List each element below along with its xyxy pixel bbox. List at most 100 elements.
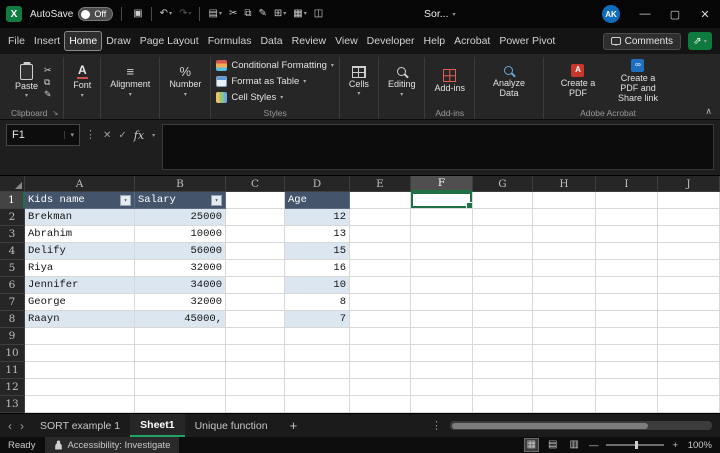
alignment-button[interactable]: ≡ Alignment ▾ (106, 64, 154, 99)
cell-J8[interactable] (658, 311, 720, 328)
cell-J11[interactable] (658, 362, 720, 379)
cell-D3[interactable]: 13 (285, 226, 350, 243)
autosave-switch[interactable]: Off (78, 7, 113, 21)
cell-A8[interactable]: Raayn (25, 311, 135, 328)
cell-I4[interactable] (596, 243, 658, 260)
name-box[interactable]: F1 ▾ (6, 124, 80, 146)
cell-A12[interactable] (25, 379, 135, 396)
cell-I12[interactable] (596, 379, 658, 396)
cell-I5[interactable] (596, 260, 658, 277)
column-header-A[interactable]: A (25, 176, 135, 192)
filter-button-A1[interactable]: ▾ (120, 195, 131, 206)
cell-B6[interactable]: 34000 (135, 277, 226, 294)
camera-icon[interactable]: ◫ (311, 7, 326, 21)
cell-B10[interactable] (135, 345, 226, 362)
formula-bar-divider[interactable]: ⋮ (85, 124, 96, 146)
formula-input[interactable] (162, 124, 714, 170)
share-button[interactable]: ⇗▾ (688, 32, 712, 50)
dialog-launcher-icon[interactable]: ↘ (52, 109, 58, 117)
cell-D6[interactable]: 10 (285, 277, 350, 294)
cell-A4[interactable]: Delify (25, 243, 135, 260)
cell-D5[interactable]: 16 (285, 260, 350, 277)
cell-J1[interactable] (658, 192, 720, 209)
next-sheet-icon[interactable]: › (18, 420, 26, 432)
ribbon-tab-file[interactable]: File (4, 32, 29, 50)
row-header-5[interactable]: 5 (0, 260, 25, 277)
cell-I13[interactable] (596, 396, 658, 413)
cell-B7[interactable]: 32000 (135, 294, 226, 311)
cell-G5[interactable] (473, 260, 533, 277)
cell-C1[interactable] (226, 192, 285, 209)
cell-D1[interactable]: Age (285, 192, 350, 209)
document-title-dropdown[interactable]: Sor... ▾ (424, 0, 456, 28)
cell-E12[interactable] (350, 379, 411, 396)
cell-J13[interactable] (658, 396, 720, 413)
column-header-C[interactable]: C (226, 176, 285, 192)
cell-E5[interactable] (350, 260, 411, 277)
ribbon-tab-power-pivot[interactable]: Power Pivot (495, 32, 559, 50)
cell-D10[interactable] (285, 345, 350, 362)
normal-view-button[interactable]: ▦ (525, 439, 538, 451)
cell-A13[interactable] (25, 396, 135, 413)
cell-B12[interactable] (135, 379, 226, 396)
row-header-13[interactable]: 13 (0, 396, 25, 413)
cut-icon[interactable]: ✂ (44, 66, 52, 75)
ribbon-tab-draw[interactable]: Draw (102, 32, 135, 50)
redo-icon[interactable]: ↷▾ (176, 7, 194, 21)
paste-button[interactable]: Paste ▾ (11, 63, 42, 101)
cell-G6[interactable] (473, 277, 533, 294)
comments-button[interactable]: Comments (603, 33, 681, 50)
row-header-8[interactable]: 8 (0, 311, 25, 328)
cell-A9[interactable] (25, 328, 135, 345)
paste-icon[interactable]: ▤▾ (205, 7, 224, 21)
cell-D4[interactable]: 15 (285, 243, 350, 260)
cell-B11[interactable] (135, 362, 226, 379)
cell-J7[interactable] (658, 294, 720, 311)
cell-B2[interactable]: 25000 (135, 209, 226, 226)
cell-H3[interactable] (533, 226, 596, 243)
cell-C5[interactable] (226, 260, 285, 277)
cell-E4[interactable] (350, 243, 411, 260)
ribbon-tab-acrobat[interactable]: Acrobat (450, 32, 494, 50)
cell-C6[interactable] (226, 277, 285, 294)
font-button[interactable]: A Font ▾ (69, 63, 95, 100)
cell-D12[interactable] (285, 379, 350, 396)
cell-F8[interactable] (411, 311, 473, 328)
cell-I11[interactable] (596, 362, 658, 379)
cell-D7[interactable]: 8 (285, 294, 350, 311)
row-header-6[interactable]: 6 (0, 277, 25, 294)
cell-B5[interactable]: 32000 (135, 260, 226, 277)
number-button[interactable]: % Number ▾ (165, 64, 205, 99)
cell-C4[interactable] (226, 243, 285, 260)
add-ins-button[interactable]: Add-ins (430, 68, 469, 95)
account-avatar[interactable]: AK (602, 5, 620, 23)
copy-icon[interactable]: ⧉ (241, 7, 254, 21)
cell-H8[interactable] (533, 311, 596, 328)
cell-D9[interactable] (285, 328, 350, 345)
cell-G9[interactable] (473, 328, 533, 345)
cell-E10[interactable] (350, 345, 411, 362)
column-header-J[interactable]: J (658, 176, 720, 192)
editing-button[interactable]: Editing ▾ (384, 64, 420, 99)
cell-E7[interactable] (350, 294, 411, 311)
cell-H13[interactable] (533, 396, 596, 413)
format-painter-icon[interactable]: ✎ (44, 90, 52, 99)
cell-F7[interactable] (411, 294, 473, 311)
cell-G3[interactable] (473, 226, 533, 243)
cell-C11[interactable] (226, 362, 285, 379)
cell-C3[interactable] (226, 226, 285, 243)
cell-H9[interactable] (533, 328, 596, 345)
cell-F12[interactable] (411, 379, 473, 396)
autosave-toggle[interactable]: AutoSave Off (30, 7, 113, 21)
zoom-slider[interactable] (606, 444, 664, 446)
ribbon-tab-developer[interactable]: Developer (363, 32, 419, 50)
ribbon-tab-data[interactable]: Data (256, 32, 286, 50)
cell-H4[interactable] (533, 243, 596, 260)
cell-A6[interactable]: Jennifer (25, 277, 135, 294)
borders-icon[interactable]: ⊞▾ (271, 7, 289, 21)
row-header-2[interactable]: 2 (0, 209, 25, 226)
cut-icon[interactable]: ✂ (226, 7, 240, 21)
row-header-10[interactable]: 10 (0, 345, 25, 362)
zoom-in-button[interactable]: + (672, 440, 678, 451)
cell-F6[interactable] (411, 277, 473, 294)
